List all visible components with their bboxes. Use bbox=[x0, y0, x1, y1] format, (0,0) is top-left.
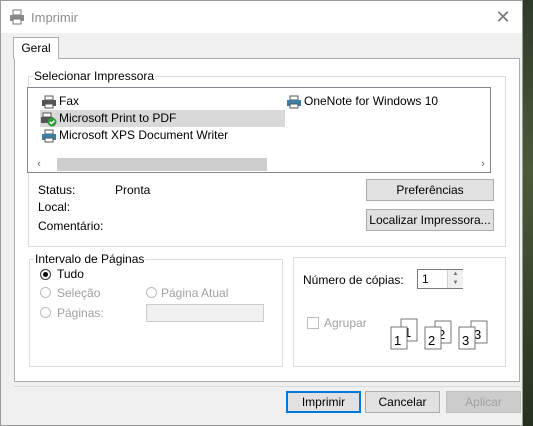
collate-label: Agrupar bbox=[324, 316, 367, 330]
printer-icon bbox=[42, 129, 56, 143]
page-range-legend: Intervalo de Páginas bbox=[35, 252, 145, 266]
printer-icon bbox=[42, 95, 56, 109]
scroll-left-icon[interactable]: ‹ bbox=[31, 156, 47, 172]
copies-label: Número de cópias: bbox=[303, 273, 404, 287]
collate-pages-icon: 1 1 2 2 3 3 bbox=[390, 318, 488, 350]
status-value: Pronta bbox=[115, 183, 151, 197]
printer-name: Microsoft Print to PDF bbox=[59, 111, 177, 125]
find-printer-button[interactable]: Localizar Impressora... bbox=[366, 209, 494, 231]
range-all-label: Tudo bbox=[57, 267, 84, 281]
range-all-radio[interactable] bbox=[40, 269, 51, 280]
printer-item-microsoft-print-to-pdf[interactable]: Microsoft Print to PDF bbox=[40, 110, 285, 127]
location-label: Local: bbox=[38, 200, 71, 214]
range-pages-label: Páginas: bbox=[57, 306, 104, 320]
status-label: Status: bbox=[38, 183, 76, 197]
copies-value: 1 bbox=[422, 272, 429, 286]
stepper-down-icon[interactable]: ▼ bbox=[447, 279, 463, 288]
title-bar: Imprimir ✕ bbox=[1, 1, 522, 33]
collate-page-number: 3 bbox=[462, 333, 469, 348]
collate-page-number: 2 bbox=[428, 333, 435, 348]
preferences-button[interactable]: Preferências bbox=[366, 179, 494, 201]
collate-page-number: 1 bbox=[394, 333, 401, 348]
tab-label: Geral bbox=[21, 41, 51, 55]
range-current-page-radio[interactable] bbox=[146, 287, 157, 298]
footer-divider bbox=[14, 386, 520, 387]
print-dialog: Imprimir ✕ Geral Selecionar Impressora F… bbox=[0, 0, 523, 426]
range-selection-radio[interactable] bbox=[40, 287, 51, 298]
collate-checkbox[interactable] bbox=[307, 317, 319, 329]
print-button[interactable]: Imprimir bbox=[286, 391, 361, 413]
horizontal-scrollbar[interactable]: ‹ › bbox=[29, 156, 489, 172]
range-pages-radio[interactable] bbox=[40, 307, 51, 318]
copies-stepper[interactable]: 1 ▲ ▼ bbox=[417, 269, 463, 289]
range-current-page-label: Página Atual bbox=[161, 286, 229, 300]
cancel-button[interactable]: Cancelar bbox=[365, 391, 440, 413]
window-title: Imprimir bbox=[31, 10, 78, 25]
printer-item-onenote[interactable]: OneNote for Windows 10 bbox=[285, 93, 485, 110]
scroll-right-icon[interactable]: › bbox=[475, 156, 491, 172]
scroll-thumb[interactable] bbox=[57, 158, 267, 171]
printer-item-fax[interactable]: Fax bbox=[40, 93, 280, 110]
printer-icon bbox=[287, 95, 301, 109]
printer-list[interactable]: Fax Microsoft Print to PDF Microsoft XPS… bbox=[27, 87, 491, 173]
desktop-background bbox=[523, 0, 533, 426]
range-selection-label: Seleção bbox=[57, 286, 101, 300]
printer-icon bbox=[10, 9, 24, 25]
close-button[interactable]: ✕ bbox=[492, 7, 514, 27]
printer-name: OneNote for Windows 10 bbox=[304, 94, 439, 108]
printer-group-legend: Selecionar Impressora bbox=[34, 69, 155, 83]
printer-item-microsoft-xps-document-writer[interactable]: Microsoft XPS Document Writer bbox=[40, 127, 280, 144]
default-printer-icon bbox=[41, 112, 57, 127]
close-icon: ✕ bbox=[495, 7, 511, 27]
printer-name: Microsoft XPS Document Writer bbox=[59, 128, 229, 142]
printer-name: Fax bbox=[59, 94, 80, 108]
pages-input[interactable] bbox=[146, 304, 264, 322]
comment-label: Comentário: bbox=[38, 219, 104, 233]
apply-button[interactable]: Aplicar bbox=[446, 391, 521, 413]
tab-geral[interactable]: Geral bbox=[13, 37, 59, 59]
